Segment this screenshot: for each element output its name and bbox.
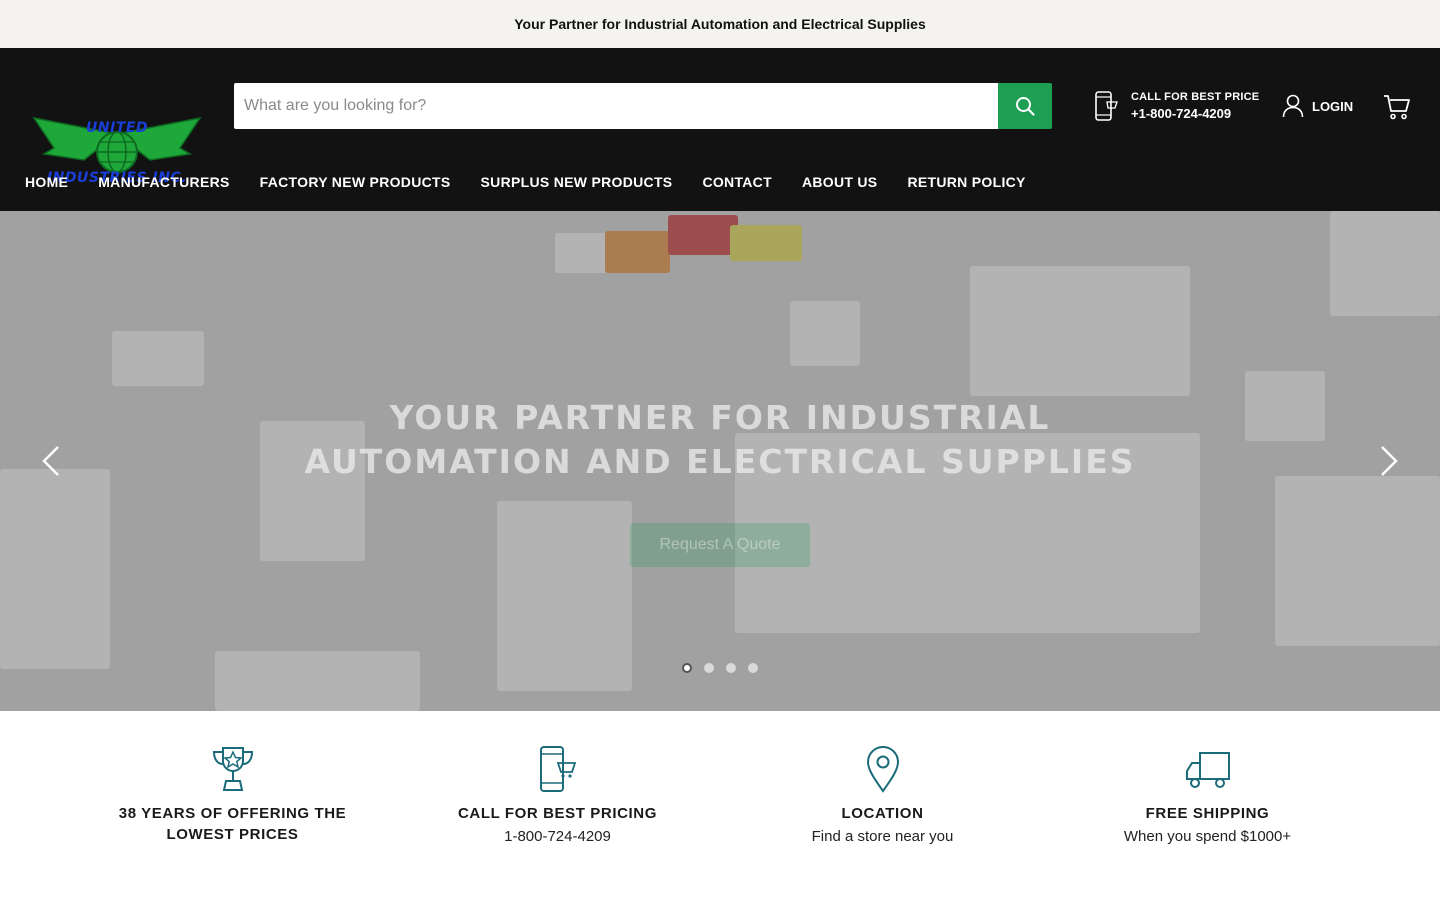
login-link[interactable]: LOGIN <box>1282 94 1353 118</box>
truck-icon <box>1185 752 1230 788</box>
feature-strip: 38 YEARS OF OFFERING THE LOWEST PRICES C… <box>0 711 1440 900</box>
cart-button[interactable] <box>1382 92 1412 122</box>
main-nav: HOME MANUFACTURERS FACTORY NEW PRODUCTS … <box>25 174 1026 190</box>
nav-surplus-new-products[interactable]: SURPLUS NEW PRODUCTS <box>481 174 673 190</box>
slide-prev-button[interactable] <box>34 443 70 479</box>
site-header: UNITED INDUSTRIES INC. CALL FOR BEST PRI… <box>0 48 1440 211</box>
feature-item: FREE SHIPPING When you spend $1000+ <box>1045 711 1370 900</box>
hero-title-line-1: YOUR PARTNER FOR INDUSTRIAL <box>389 398 1051 437</box>
announcement-text: Your Partner for Industrial Automation a… <box>514 16 926 32</box>
cart-icon <box>1384 95 1410 120</box>
feature-title: FREE SHIPPING <box>1145 805 1270 822</box>
search-icon <box>1016 97 1035 116</box>
feature-subtitle[interactable]: Find a store near you <box>720 828 1045 845</box>
nav-return-policy[interactable]: RETURN POLICY <box>907 174 1025 190</box>
user-icon <box>1282 94 1304 118</box>
slide-dot-4[interactable] <box>748 663 758 673</box>
feature-title: LOCATION <box>841 805 924 822</box>
hero-title-line-2: AUTOMATION AND ELECTRICAL SUPPLIES <box>304 442 1136 481</box>
call-label: CALL FOR BEST PRICE <box>1131 91 1260 103</box>
nav-manufacturers[interactable]: MANUFACTURERS <box>98 174 229 190</box>
phone-icon <box>1095 91 1118 121</box>
location-pin-icon <box>866 746 899 793</box>
feature-item: LOCATION Find a store near you <box>720 711 1045 900</box>
feature-item: CALL FOR BEST PRICING 1-800-724-4209 <box>395 711 720 900</box>
nav-about-us[interactable]: ABOUT US <box>802 174 878 190</box>
feature-item: 38 YEARS OF OFFERING THE LOWEST PRICES <box>70 711 395 900</box>
search-bar <box>234 83 1052 129</box>
feature-title: 38 YEARS OF OFFERING THE LOWEST PRICES <box>118 805 347 843</box>
hero-title: YOUR PARTNER FOR INDUSTRIAL AUTOMATION A… <box>0 396 1440 484</box>
login-label: LOGIN <box>1312 98 1354 114</box>
call-phone[interactable]: +1-800-724-4209 <box>1131 106 1259 121</box>
feature-subtitle: When you spend $1000+ <box>1123 828 1292 845</box>
feature-title: CALL FOR BEST PRICING <box>458 805 657 822</box>
announcement-bar: Your Partner for Industrial Automation a… <box>0 0 1440 48</box>
nav-factory-new-products[interactable]: FACTORY NEW PRODUCTS <box>260 174 451 190</box>
hero-slideshow: YOUR PARTNER FOR INDUSTRIAL AUTOMATION A… <box>0 211 1440 711</box>
slide-next-button[interactable] <box>1370 443 1406 479</box>
feature-subtitle[interactable]: 1-800-724-4209 <box>395 828 720 845</box>
slide-dots <box>682 663 758 673</box>
call-for-price[interactable]: CALL FOR BEST PRICE +1-800-724-4209 <box>1093 90 1259 122</box>
request-quote-button[interactable]: Request A Quote <box>630 523 810 567</box>
trophy-icon <box>212 747 253 791</box>
slide-dot-1[interactable] <box>682 663 692 673</box>
search-button[interactable] <box>998 83 1052 129</box>
slide-dot-3[interactable] <box>726 663 736 673</box>
logo-text-top: UNITED <box>85 120 149 136</box>
nav-contact[interactable]: CONTACT <box>702 174 772 190</box>
nav-home[interactable]: HOME <box>25 174 68 190</box>
chevron-left-icon <box>42 446 59 476</box>
search-input[interactable] <box>234 83 998 129</box>
slide-dot-2[interactable] <box>704 663 714 673</box>
phone-cart-icon <box>539 746 576 792</box>
chevron-right-icon <box>1381 446 1398 476</box>
